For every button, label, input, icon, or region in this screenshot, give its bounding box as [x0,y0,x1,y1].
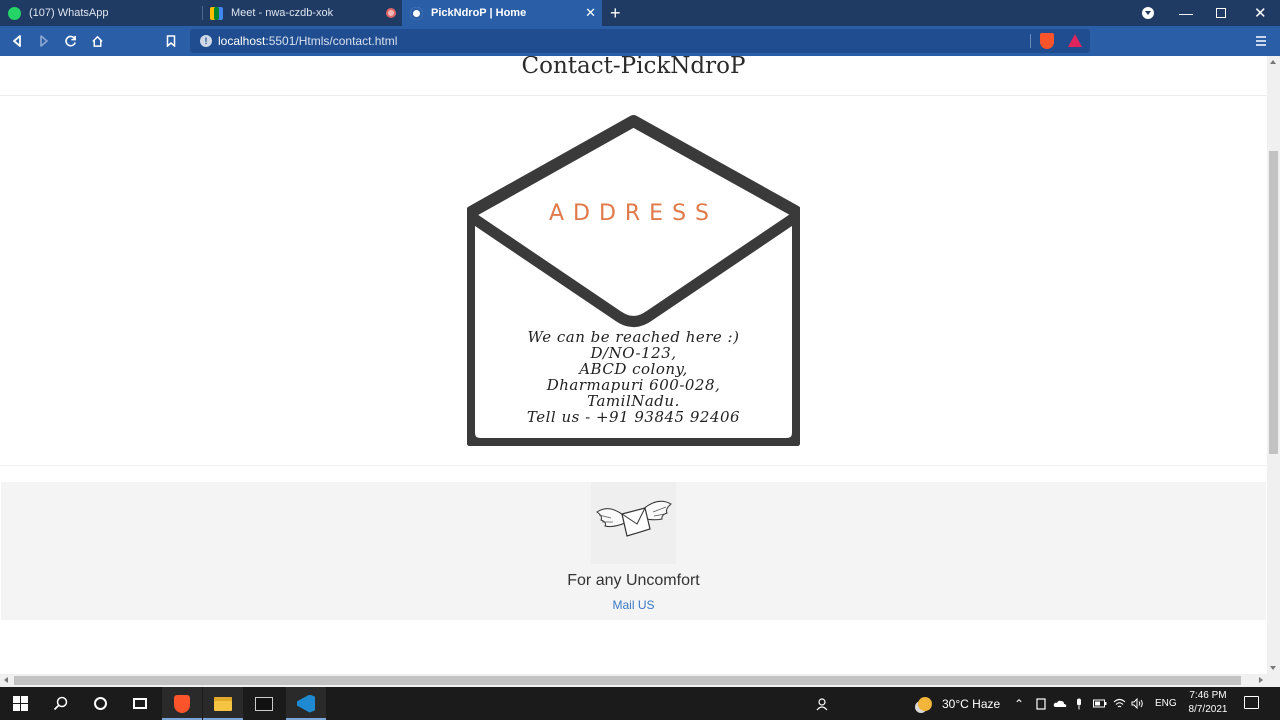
scroll-up-icon[interactable] [1270,60,1276,64]
taskbar-file-explorer[interactable] [203,687,243,720]
start-button[interactable] [0,687,40,720]
tab-whatsapp[interactable]: (107) WhatsApp [8,0,202,26]
system-clock[interactable]: 7:46 PM 8/7/2021 [1180,689,1236,717]
bookmark-icon [166,35,176,47]
flying-envelope-icon [591,482,676,564]
taskbar-vscode[interactable] [286,687,326,720]
tab-strip: (107) WhatsApp Meet - nwa-czdb-xok PickN… [0,0,1280,26]
url-text[interactable]: localhost:5501/Htmls/contact.html [218,34,397,48]
microphone-icon[interactable] [1075,687,1083,720]
cortana-icon [93,697,107,710]
terminal-icon [255,696,273,711]
home-icon [92,35,103,47]
horizontal-scrollbar[interactable] [0,674,1267,687]
address-line: ABCD colony, [579,360,688,378]
scroll-right-icon[interactable] [1259,677,1263,683]
globe-icon [410,6,423,20]
vertical-scrollbar[interactable] [1267,56,1280,674]
back-icon [13,35,21,47]
window-close-button[interactable]: ✕ [1254,0,1267,26]
address-line: D/NO-123, [590,344,677,362]
maximize-button[interactable] [1216,0,1226,26]
page-viewport: Contact-PickNdroP ADDRESS We can be reac… [0,56,1267,674]
tab-pickndrop[interactable]: PickNdroP | Home ✕ [402,0,602,26]
wifi-icon[interactable] [1113,687,1126,720]
site-info-icon[interactable]: ! [200,35,212,47]
search-button[interactable] [40,687,80,720]
show-hidden-icons-icon[interactable]: ⌃ [1014,687,1024,720]
section-divider [0,465,1267,466]
taskbar: 30°C Haze ⌃ ENG 7:46 PM 8/7/2021 [0,687,1280,720]
vscode-icon [297,694,315,713]
brave-rewards-icon[interactable] [1068,34,1082,47]
address-line: Dharmapuri 600-028, [546,376,721,394]
forward-button[interactable] [39,26,49,56]
back-button[interactable] [12,26,22,56]
google-meet-icon [210,6,223,20]
footer-heading: For any Uncomfort [567,572,700,589]
brave-icon [174,694,190,713]
cortana-button[interactable] [80,687,120,720]
page-title: Contact-PickNdroP [521,56,746,79]
scrollbar-corner [1267,674,1280,687]
notification-center-icon[interactable] [1244,696,1259,709]
taskbar-brave[interactable] [162,687,202,720]
recording-icon [386,8,396,18]
forward-icon [40,35,48,47]
reload-icon [65,35,76,46]
phone-line: Tell us - +91 93845 92406 [526,408,741,426]
close-tab-icon[interactable]: ✕ [585,5,596,21]
volume-icon[interactable] [1131,687,1145,720]
windows-start-icon [12,696,28,711]
taskbar-terminal[interactable] [244,687,284,720]
tab-search-button[interactable] [1142,0,1156,26]
address-heading: ADDRESS [548,201,719,226]
scrollbar-thumb[interactable] [14,676,1241,685]
minimize-button[interactable]: — [1179,0,1193,26]
clock-date: 8/7/2021 [1188,704,1228,715]
file-explorer-icon [214,696,232,711]
clock-time: 7:46 PM [1189,690,1227,701]
new-tab-button[interactable]: + [610,2,621,24]
address-text: We can be reached here :) D/NO-123, ABCD… [467,329,800,425]
bookmark-button[interactable] [166,26,176,56]
whatsapp-icon [8,6,21,20]
people-icon[interactable] [816,687,830,720]
mail-us-link[interactable]: Mail US [1,598,1266,612]
browser-toolbar: ! localhost:5501/Htmls/contact.html [0,26,1280,56]
title-divider [0,95,1267,96]
home-button[interactable] [91,26,104,56]
browser-menu-button[interactable] [1255,26,1267,56]
maximize-icon [1216,8,1226,18]
tab-meet[interactable]: Meet - nwa-czdb-xok [210,0,396,26]
task-view-icon [133,698,147,709]
scrollbar-thumb[interactable] [1269,151,1278,454]
menu-icon [1256,36,1266,46]
battery-icon[interactable] [1093,687,1107,720]
tray-app-icon[interactable] [1036,687,1046,720]
url-path: :5501/Htmls/contact.html [265,34,398,48]
tab-label: (107) WhatsApp [29,7,109,19]
language-indicator[interactable]: ENG [1155,687,1177,720]
chevron-down-icon [1142,7,1154,19]
scroll-left-icon[interactable] [4,677,8,683]
onedrive-icon[interactable] [1053,687,1067,720]
weather-text[interactable]: 30°C Haze [942,687,1000,720]
search-icon [53,696,67,711]
address-divider [1030,34,1031,48]
tab-label: PickNdroP | Home [431,7,527,19]
tab-label: Meet - nwa-czdb-xok [231,7,334,19]
task-view-button[interactable] [120,687,160,720]
brave-shield-icon[interactable] [1040,33,1054,49]
weather-widget[interactable] [918,687,932,720]
address-line: TamilNadu. [587,392,680,410]
contact-footer: For any Uncomfort Mail US [1,482,1266,620]
address-bar[interactable]: ! localhost:5501/Htmls/contact.html [190,29,1090,53]
url-host: localhost [218,34,266,48]
address-line: We can be reached here :) [527,328,740,346]
tab-divider [202,6,203,20]
weather-icon [918,696,932,711]
reload-button[interactable] [64,26,77,56]
scroll-down-icon[interactable] [1270,666,1276,670]
